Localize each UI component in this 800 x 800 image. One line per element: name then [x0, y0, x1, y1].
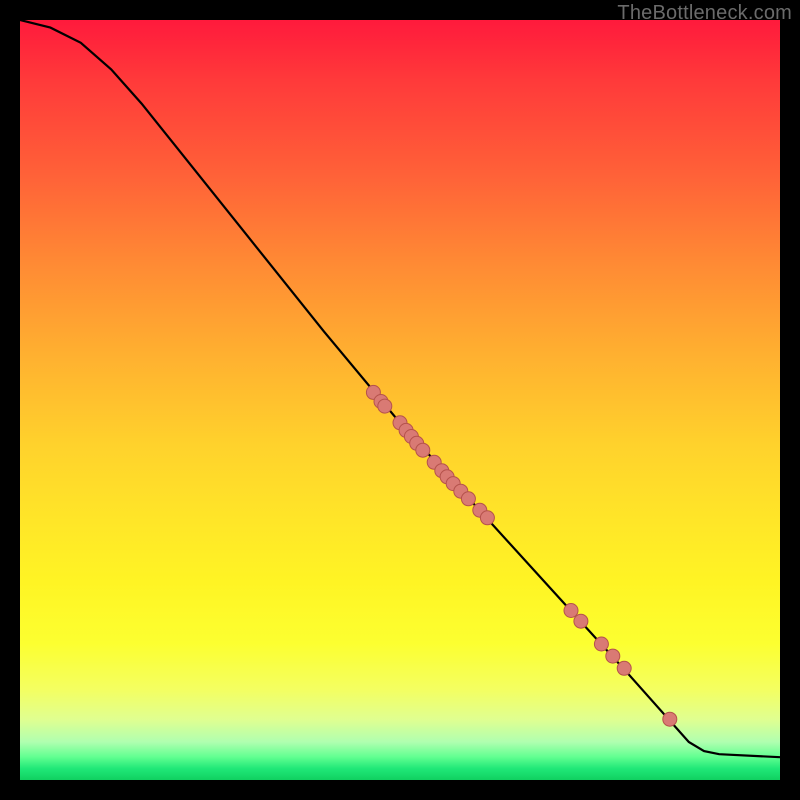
data-point: [378, 399, 392, 413]
data-point: [564, 604, 578, 618]
data-point: [606, 649, 620, 663]
data-point: [617, 661, 631, 675]
data-point: [594, 637, 608, 651]
watermark-text: TheBottleneck.com: [617, 2, 792, 25]
curve-line: [20, 20, 780, 757]
plot-area: [20, 20, 780, 780]
data-point: [663, 712, 677, 726]
data-point: [461, 492, 475, 506]
chart-svg: [20, 20, 780, 780]
data-point: [416, 443, 430, 457]
data-point: [574, 614, 588, 628]
data-point: [480, 511, 494, 525]
